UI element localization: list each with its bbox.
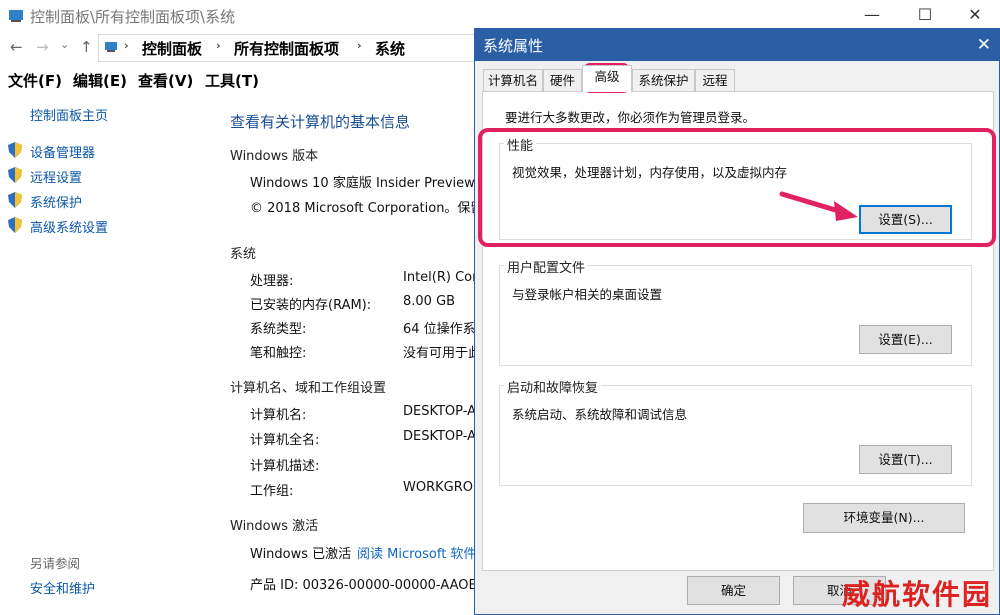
shield-icon — [8, 142, 22, 158]
startup-recovery-title: 启动和故障恢复 — [504, 377, 602, 396]
breadcrumb-control-panel[interactable]: 控制面板 — [142, 38, 202, 59]
shield-icon — [8, 192, 22, 208]
row-label: 计算机全名: — [250, 433, 320, 448]
menu-file[interactable]: 文件(F) — [8, 70, 62, 91]
environment-variables-button[interactable]: 环境变量(N)... — [803, 503, 965, 533]
user-profiles-desc: 与登录帐户相关的桌面设置 — [512, 287, 663, 302]
row-value: 64 位操作系 — [403, 322, 476, 337]
menu-view[interactable]: 查看(V) — [138, 70, 193, 91]
system-properties-dialog: 系统属性 ✕ 计算机名 硬件 高级 系统保护 远程 要进行大多数更改，你必须作为… — [474, 28, 1000, 615]
sidebar-item-system-protection[interactable]: 系统保护 — [30, 192, 82, 211]
row-label: 计算机名: — [250, 408, 307, 423]
back-arrow-icon[interactable]: ← — [10, 38, 23, 56]
copyright-text: © 2018 Microsoft Corporation。保留 — [250, 201, 484, 216]
section-computer-name: 计算机名、域和工作组设置 — [230, 381, 387, 396]
tab-advanced[interactable]: 高级 — [582, 65, 632, 92]
row-value: 8.00 GB — [403, 294, 456, 309]
shield-icon — [8, 217, 22, 233]
breadcrumb-all-items[interactable]: 所有控制面板项 — [234, 38, 339, 59]
row-value: 没有可用于此 — [403, 346, 482, 361]
row-value: WORKGROU — [403, 480, 483, 495]
row-label: 笔和触控: — [250, 346, 307, 361]
tab-computer-name[interactable]: 计算机名 — [483, 69, 543, 91]
row-label: 已安装的内存(RAM): — [250, 298, 372, 313]
startup-recovery-desc: 系统启动、系统故障和调试信息 — [512, 407, 688, 422]
sidebar-item-advanced-settings[interactable]: 高级系统设置 — [30, 217, 108, 236]
recent-dropdown-icon[interactable]: ⌄ — [60, 38, 69, 51]
sidebar-security-maintenance[interactable]: 安全和维护 — [30, 578, 95, 597]
section-system: 系统 — [230, 247, 257, 262]
license-link[interactable]: 阅读 Microsoft 软件 — [357, 543, 476, 562]
dialog-titlebar[interactable]: 系统属性 ✕ — [475, 29, 999, 61]
sidebar-control-panel-home[interactable]: 控制面板主页 — [30, 105, 108, 124]
user-profiles-settings-button[interactable]: 设置(E)... — [859, 325, 952, 354]
sidebar-item-device-manager[interactable]: 设备管理器 — [30, 142, 95, 161]
ok-button[interactable]: 确定 — [687, 576, 780, 605]
row-label: 处理器: — [250, 274, 294, 289]
tab-system-protection[interactable]: 系统保护 — [632, 69, 695, 91]
dialog-title: 系统属性 — [483, 37, 544, 55]
forward-arrow-icon[interactable]: → — [36, 38, 49, 56]
minimize-icon[interactable]: — — [852, 4, 892, 26]
activation-status: Windows 已激活 — [250, 547, 352, 562]
window-title: 控制面板\所有控制面板项\系统 — [30, 8, 236, 26]
watermark-logo: 威航软件园 — [841, 578, 992, 611]
edition-text: Windows 10 家庭版 Insider Preview — [250, 176, 475, 191]
admin-note: 要进行大多数更改，你必须作为管理员登录。 — [505, 110, 756, 125]
row-value: Intel(R) Core — [403, 270, 486, 285]
row-label: 计算机描述: — [250, 459, 320, 474]
menu-tools[interactable]: 工具(T) — [205, 70, 259, 91]
close-window-icon[interactable]: ✕ — [955, 4, 995, 26]
highlight-performance-group — [478, 128, 996, 247]
user-profiles-title: 用户配置文件 — [504, 257, 589, 276]
row-label: 系统类型: — [250, 322, 307, 337]
maximize-icon[interactable]: ☐ — [905, 4, 945, 26]
up-arrow-icon[interactable]: ↑ — [80, 38, 93, 56]
row-value: DESKTOP-A — [403, 404, 477, 419]
row-value: DESKTOP-A — [403, 429, 477, 444]
see-also-label: 另请参阅 — [30, 556, 81, 571]
startup-recovery-settings-button[interactable]: 设置(T)... — [859, 445, 952, 474]
menu-edit[interactable]: 编辑(E) — [73, 70, 127, 91]
pointer-arrow-icon — [779, 191, 858, 221]
tab-hardware[interactable]: 硬件 — [543, 69, 582, 91]
close-icon[interactable]: ✕ — [977, 35, 991, 55]
row-label: 工作组: — [250, 484, 294, 499]
page-title: 查看有关计算机的基本信息 — [230, 113, 411, 131]
tab-remote[interactable]: 远程 — [695, 69, 735, 91]
control-panel-icon — [9, 10, 23, 22]
breadcrumb-chevron-icon: › — [124, 39, 129, 52]
shield-icon — [8, 167, 22, 183]
breadcrumb-chevron-icon: › — [357, 39, 362, 52]
section-windows-edition: Windows 版本 — [230, 149, 319, 164]
breadcrumb-system[interactable]: 系统 — [375, 38, 405, 59]
section-activation: Windows 激活 — [230, 519, 319, 534]
breadcrumb-chevron-icon: › — [216, 39, 221, 52]
product-id: 产品 ID: 00326-00000-00000-AAOEM — [250, 578, 488, 593]
address-cp-icon — [105, 42, 117, 52]
sidebar-item-remote-settings[interactable]: 远程设置 — [30, 167, 82, 186]
